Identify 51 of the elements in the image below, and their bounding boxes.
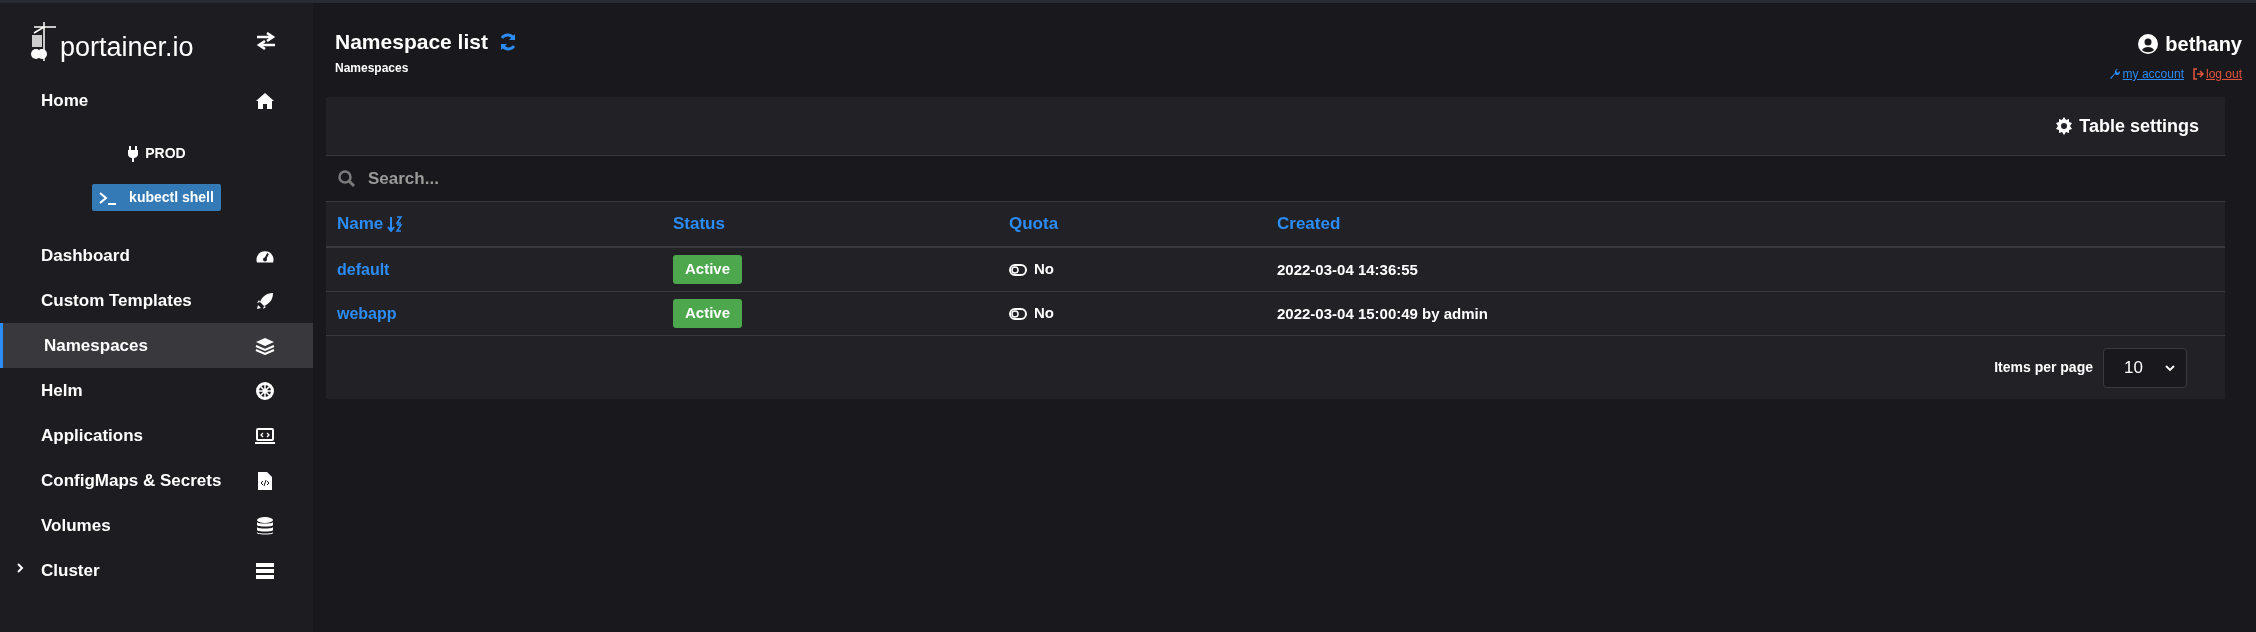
sidebar-item[interactable]: Volumes [0,503,313,548]
sidebar-item[interactable]: ConfigMaps & Secrets [0,458,313,503]
sidebar-item[interactable]: Home [0,78,313,123]
sidebar-item[interactable]: Cluster [0,548,313,593]
column-header[interactable]: Quota [1009,211,1277,237]
toggle-icon [1009,307,1027,320]
breadcrumb: Namespaces [335,60,410,77]
gear-icon [2055,117,2074,135]
plug-icon [127,145,140,162]
home-icon [255,91,275,110]
kubectl-shell-button[interactable]: kubectl shell [92,184,221,211]
items-per-page-label: Items per page [1994,358,2093,377]
status-badge: Active [673,255,743,284]
table-settings-button[interactable]: Table settings [2055,112,2199,140]
environment-name: PROD [145,144,186,163]
sidebar-item[interactable]: Dashboard [0,233,313,278]
portainer-logo[interactable]: portainer.io [30,20,194,61]
file-code-icon [257,470,273,491]
user-avatar-icon [2138,34,2159,54]
quota-value: No [1034,259,1054,280]
wheel-icon [256,381,274,400]
layers-icon [255,336,275,355]
my-account-link[interactable]: my account [2108,65,2184,83]
quota-value: No [1034,303,1054,324]
created-date: 2022-03-04 15:00:49 by admin [1277,304,1488,322]
gauge-icon [255,248,275,263]
wrench-icon [2108,68,2121,80]
laptop-icon [254,426,276,445]
created-date: 2022-03-04 14:36:55 [1277,260,1418,278]
rocket-icon [256,291,274,310]
log-out-link[interactable]: log out [2191,65,2242,83]
column-header[interactable]: Created [1277,211,2225,237]
sidebar-item[interactable]: Custom Templates [0,278,313,323]
sidebar-item[interactable]: Namespaces [0,323,313,368]
sign-out-icon [2191,68,2204,80]
toggle-icon [1009,263,1027,276]
column-header[interactable]: Status [673,211,1009,237]
namespace-link[interactable]: webapp [337,304,397,322]
column-header[interactable]: Name [337,211,673,237]
sidebar-item[interactable]: Helm [0,368,313,413]
crane-logo-icon [30,20,58,61]
sidebar-item[interactable]: Applications [0,413,313,458]
page-title: Namespace list [335,29,488,55]
search-icon [338,169,356,188]
page-size-select[interactable]: 10 [2103,347,2187,388]
status-badge: Active [673,299,743,328]
username: bethany [2165,32,2242,57]
server-icon [255,561,275,580]
switch-environment-button[interactable] [255,31,277,50]
namespace-link[interactable]: default [337,260,390,278]
database-icon [256,515,274,536]
